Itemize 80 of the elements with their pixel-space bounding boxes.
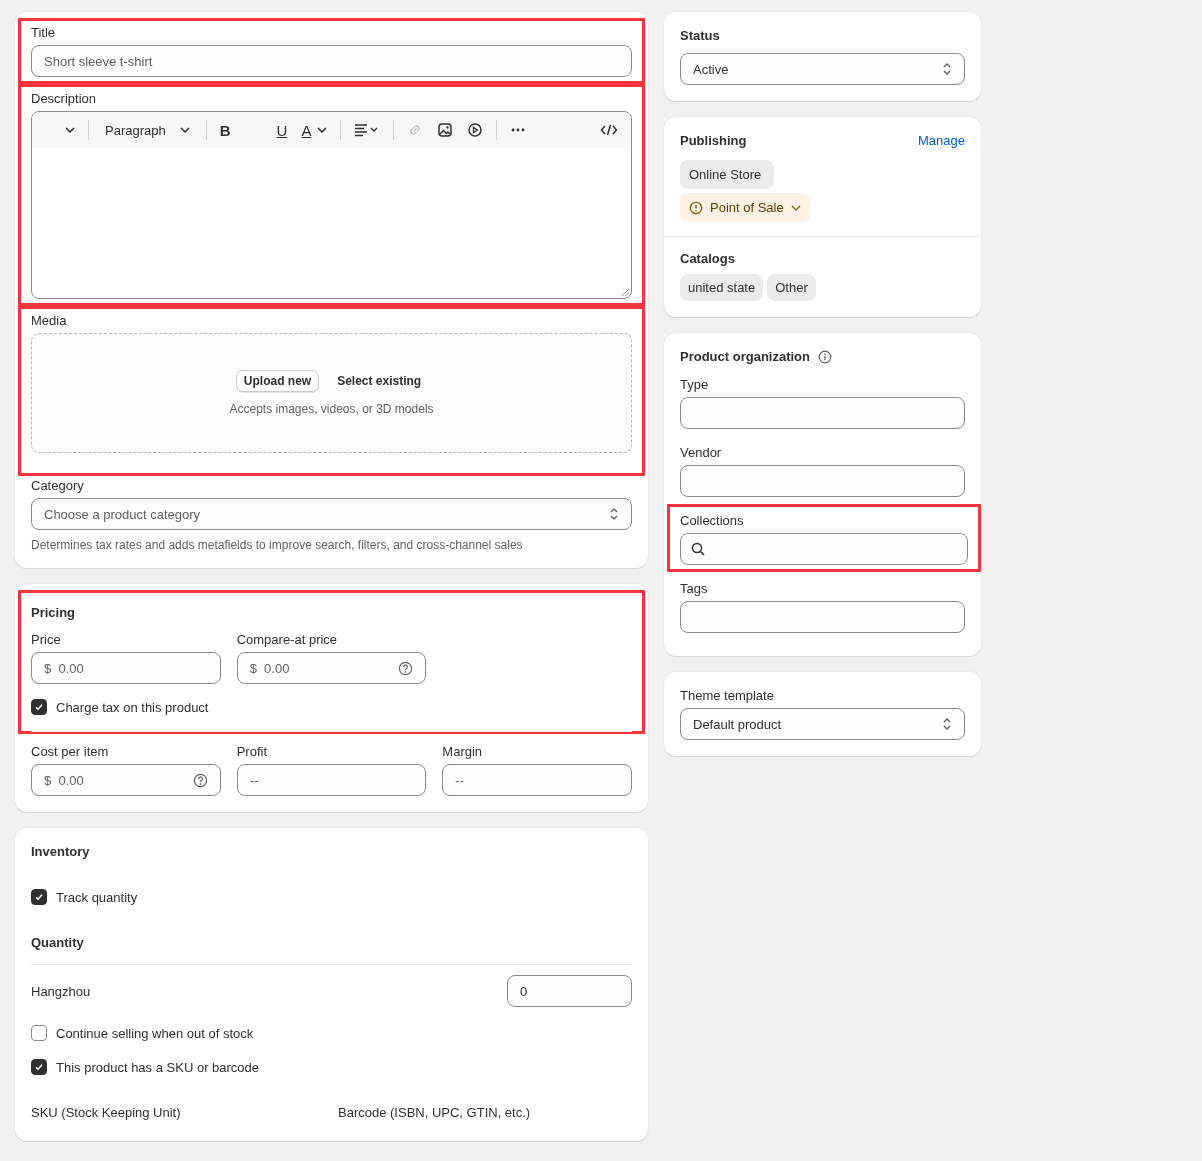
checkbox[interactable] xyxy=(31,1059,47,1075)
field-label: Description xyxy=(31,91,98,106)
chevron-updown-icon xyxy=(942,717,952,731)
price-field[interactable]: $ 0.00 xyxy=(31,652,221,684)
field-label: Collections xyxy=(680,513,745,528)
upload-button[interactable]: Upload new xyxy=(235,370,320,392)
checkmark-icon xyxy=(34,892,44,902)
checkmark-icon xyxy=(34,1062,44,1072)
search-field[interactable] xyxy=(680,533,968,565)
field-label: Type xyxy=(680,377,710,392)
description-editor[interactable]: Paragraph B U A xyxy=(31,111,632,299)
field-label: Cost per item xyxy=(31,744,110,759)
checkbox[interactable] xyxy=(31,1025,47,1041)
cost-field[interactable]: $ 0.00 xyxy=(31,764,221,796)
field-label: Vendor xyxy=(680,445,723,460)
checkbox-label: This product has a SKU or barcode xyxy=(56,1059,260,1075)
chevron-updown-icon xyxy=(942,62,952,76)
checkbox-label: Continue selling when out of stock xyxy=(56,1025,254,1041)
title-field[interactable]: Short sleeve t-shirt xyxy=(31,45,632,77)
input-field[interactable] xyxy=(680,601,965,633)
warning-icon xyxy=(689,200,703,215)
checkbox[interactable] xyxy=(31,699,47,715)
field-label: Theme template xyxy=(680,688,775,703)
readonly-field[interactable]: -- xyxy=(236,764,427,796)
readonly-field[interactable]: -- xyxy=(442,764,632,796)
checkmark-icon xyxy=(34,702,44,712)
field-label: Category xyxy=(31,478,85,493)
field-label: Barcode (ISBN, UPC, GTIN, etc.) xyxy=(338,1105,532,1120)
card-title: Status xyxy=(680,28,721,43)
channel-badge[interactable]: Point of Sale xyxy=(680,193,810,222)
card-title: Publishing xyxy=(680,133,747,148)
image-icon xyxy=(437,122,454,138)
text-color-button[interactable]: A xyxy=(296,117,333,143)
checkbox[interactable] xyxy=(31,889,47,905)
template-select[interactable]: Default product xyxy=(680,708,965,740)
caret-icon xyxy=(790,204,801,211)
checkbox-label: Charge tax on this product xyxy=(56,699,209,715)
catalog-tag: united state xyxy=(680,274,764,301)
catalog-tag: Other xyxy=(767,274,816,301)
status-select[interactable]: Active xyxy=(680,53,965,85)
checkbox-label: Track quantity xyxy=(56,889,138,905)
caret-icon xyxy=(317,127,328,133)
manage-link[interactable]: Manage xyxy=(918,133,965,148)
help-icon[interactable] xyxy=(192,772,208,788)
field-label: Profit xyxy=(236,744,268,759)
search-icon xyxy=(691,542,705,556)
media-dropzone[interactable]: Upload new Select existing Accepts images, videos, or 3D models xyxy=(31,333,632,453)
location-name: Hangzhou xyxy=(31,983,91,999)
card-title: Product organization xyxy=(680,349,810,364)
section-title: Catalogs xyxy=(680,251,736,266)
card-title: Inventory xyxy=(31,844,91,859)
caret-icon xyxy=(65,127,75,133)
category-select[interactable]: Choose a product category xyxy=(31,498,632,530)
field-label: Tags xyxy=(680,581,709,596)
help-icon[interactable] xyxy=(398,660,414,676)
field-label: Margin xyxy=(442,744,484,759)
resize-handle-icon[interactable] xyxy=(621,288,629,296)
bold-button[interactable]: B xyxy=(214,117,268,143)
underline-button[interactable]: U xyxy=(271,117,293,143)
play-icon xyxy=(467,122,484,138)
section-title: Quantity xyxy=(31,935,632,965)
code-icon xyxy=(600,122,618,138)
media-hint: Accepts images, videos, or 3D models xyxy=(229,402,434,416)
field-label: Title xyxy=(31,25,57,40)
select-existing-button[interactable]: Select existing xyxy=(331,373,428,389)
card-title: Pricing xyxy=(31,605,77,620)
field-label: SKU (Stock Keeping Unit) xyxy=(31,1105,182,1120)
field-label: Price xyxy=(31,632,62,647)
quantity-field[interactable]: 0 xyxy=(507,975,632,1007)
field-label: Media xyxy=(31,313,68,328)
caret-icon xyxy=(179,127,190,133)
field-label: Compare-at price xyxy=(236,632,339,647)
help-text: Determines tax rates and adds metafields to improve search, filters, and cross-channel sales xyxy=(31,538,524,552)
format-select[interactable]: Paragraph xyxy=(97,118,198,142)
channel-badge[interactable]: Online Store xyxy=(680,160,774,189)
chevron-updown-icon xyxy=(609,507,619,521)
input-field[interactable] xyxy=(680,397,965,429)
price-field[interactable]: $ 0.00 xyxy=(236,652,427,684)
info-icon[interactable] xyxy=(818,349,832,364)
input-field[interactable] xyxy=(680,465,965,497)
